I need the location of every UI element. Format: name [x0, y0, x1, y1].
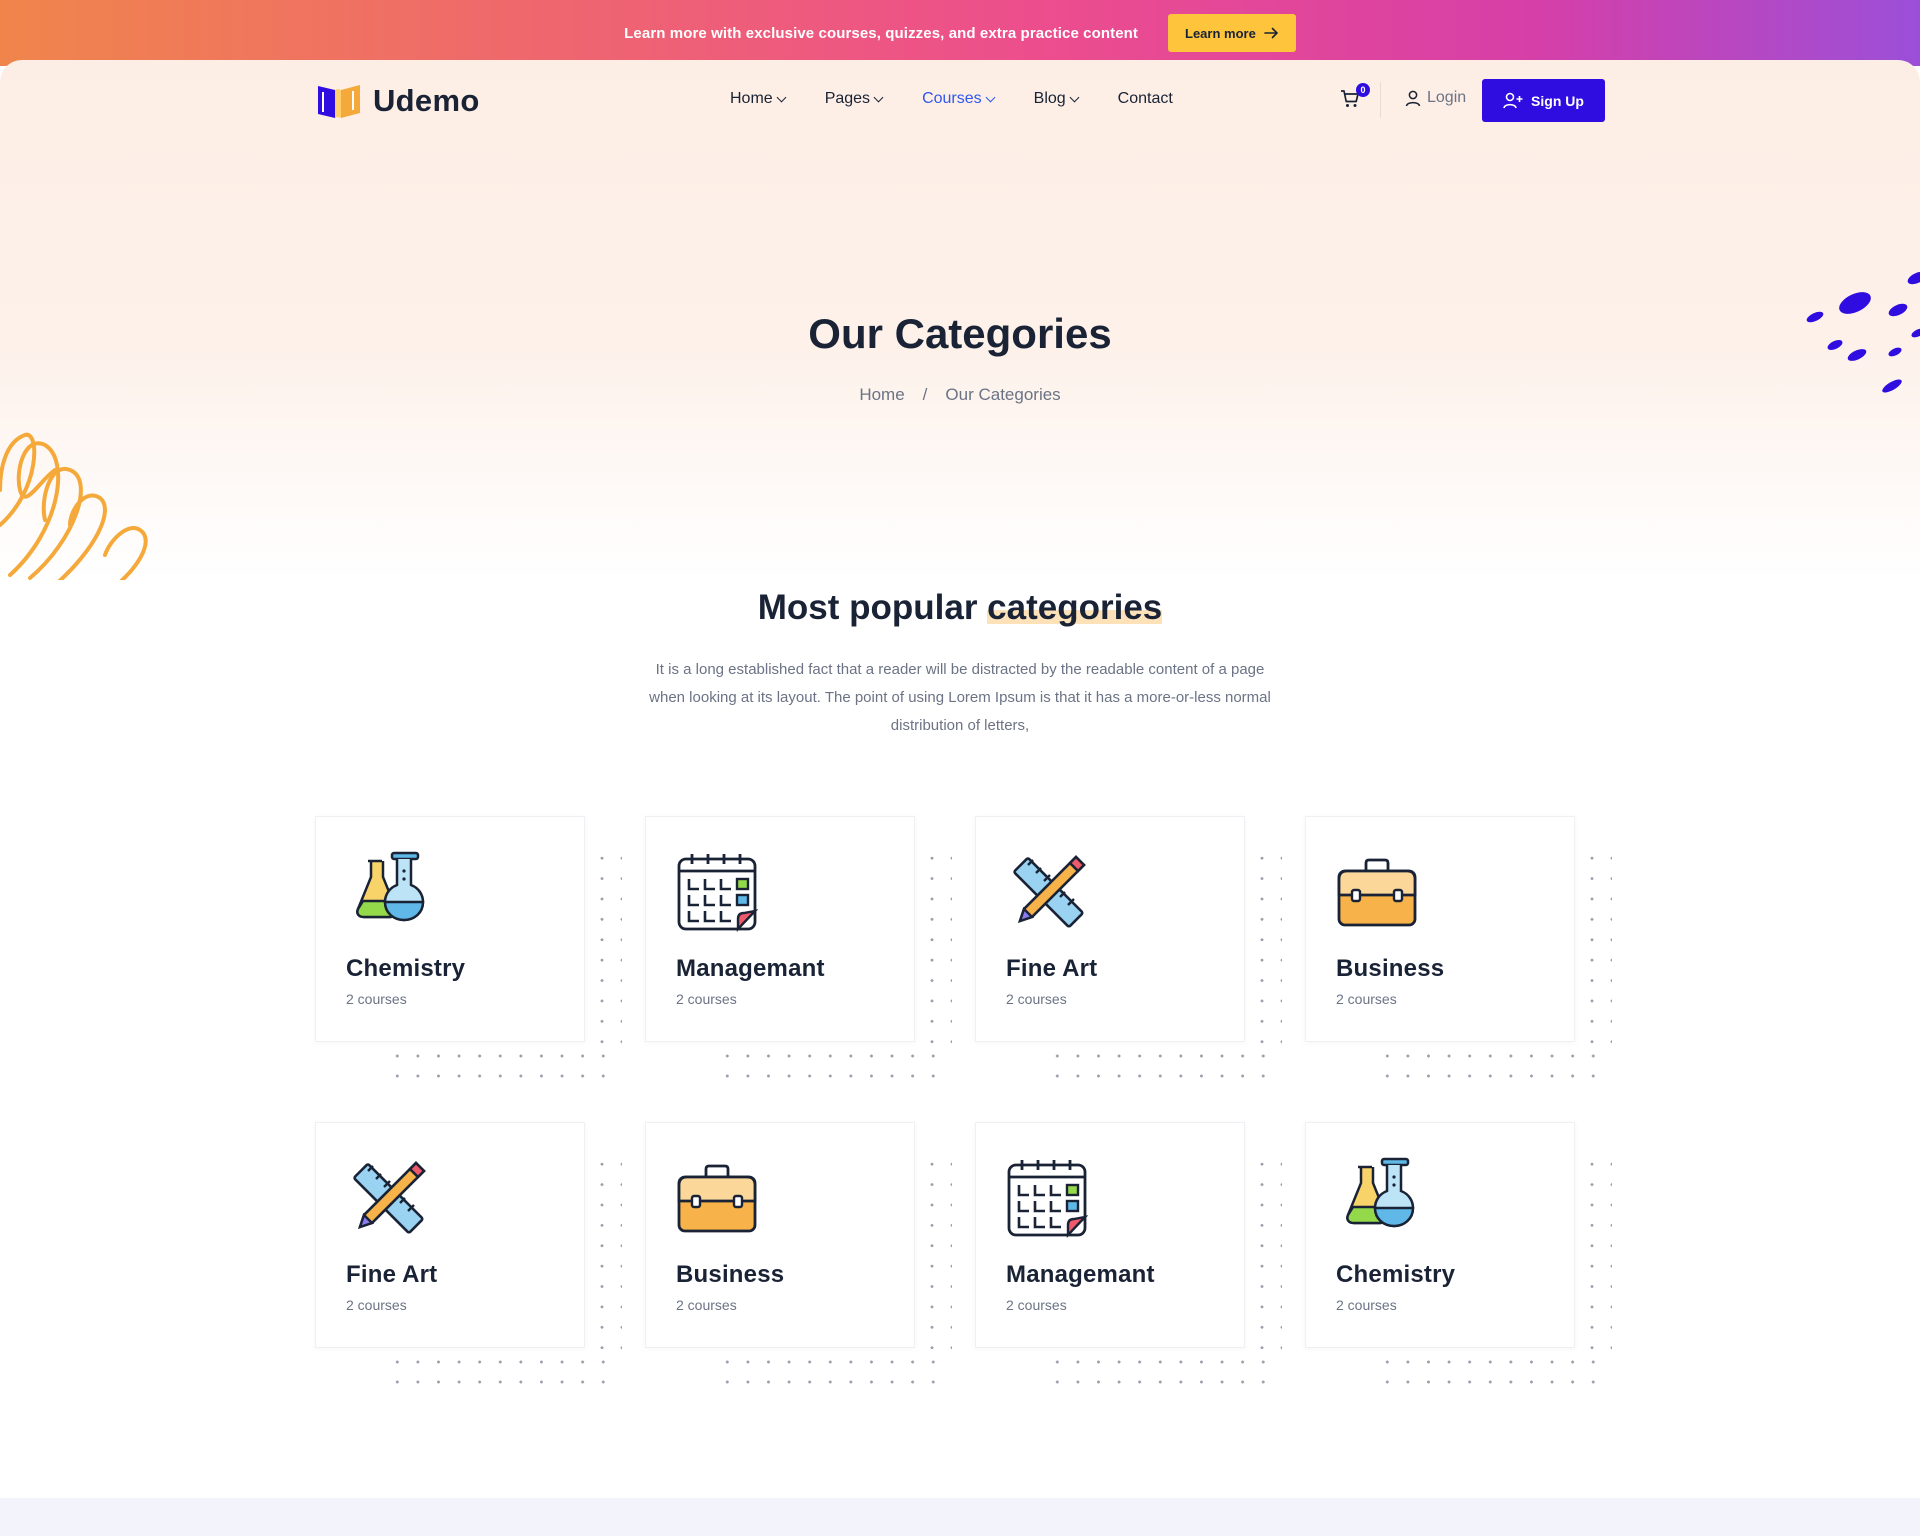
login-link[interactable]: Login	[1405, 89, 1466, 107]
nav-label: Home	[730, 90, 773, 107]
breadcrumb-home-link[interactable]: Home	[859, 385, 904, 405]
chemistry-flask-icon	[356, 851, 425, 922]
breadcrumb-separator: /	[922, 385, 928, 404]
breadcrumb-current: Our Categories	[945, 385, 1061, 404]
category-course-count: 2 courses	[1336, 1297, 1397, 1313]
category-card-fine-art[interactable]: Fine Art 2 courses	[315, 1122, 585, 1348]
category-name: Chemistry	[346, 955, 466, 982]
section-title-text: Most popular	[757, 588, 988, 627]
sign-up-label: Sign Up	[1531, 92, 1584, 109]
category-name: Business	[676, 1261, 785, 1288]
breadcrumb: Home / Our Categories	[0, 385, 1920, 405]
sign-up-button[interactable]: Sign Up	[1482, 79, 1605, 122]
dot-pattern	[1377, 1352, 1609, 1392]
category-name: Fine Art	[1006, 955, 1098, 982]
logo[interactable]: Udemo	[315, 82, 480, 120]
category-name: Managemant	[676, 955, 825, 982]
nav-item-courses[interactable]: Courses	[922, 90, 996, 108]
dot-pattern	[1582, 848, 1612, 1044]
chevron-down-icon	[985, 92, 996, 102]
nav-item-home[interactable]: Home	[730, 90, 787, 108]
category-card-business[interactable]: Business 2 courses	[1305, 816, 1575, 1042]
category-card-business[interactable]: Business 2 courses	[645, 1122, 915, 1348]
dot-pattern	[922, 1154, 952, 1350]
dot-pattern	[387, 1046, 619, 1086]
nav-item-blog[interactable]: Blog	[1033, 90, 1080, 108]
nav-label: Pages	[824, 90, 871, 107]
category-course-count: 2 courses	[1006, 991, 1067, 1007]
nav-item-pages[interactable]: Pages	[824, 90, 884, 108]
cart-button[interactable]: 0	[1340, 83, 1370, 111]
category-name: Chemistry	[1336, 1261, 1456, 1288]
category-name: Business	[1336, 955, 1445, 982]
announcement-bar: Learn more with exclusive courses, quizz…	[0, 0, 1920, 66]
book-logo-icon	[318, 85, 360, 118]
user-plus-icon	[1503, 92, 1523, 109]
nav-label: Blog	[1033, 90, 1066, 107]
next-section-band	[0, 1498, 1920, 1536]
section-title: Most popular categories	[0, 588, 1920, 628]
section-description: It is a long established fact that a rea…	[649, 661, 1271, 734]
category-card-fine-art[interactable]: Fine Art 2 courses	[975, 816, 1245, 1042]
dot-pattern	[717, 1046, 949, 1086]
category-course-count: 2 courses	[676, 991, 737, 1007]
dot-pattern	[592, 848, 622, 1044]
chevron-down-icon	[1069, 92, 1080, 102]
page-title: Our Categories	[808, 310, 1112, 357]
category-card-chemistry[interactable]: Chemistry 2 courses	[315, 816, 585, 1042]
learn-more-label: Learn more	[1185, 25, 1256, 41]
cart-count-badge: 0	[1356, 83, 1370, 97]
ruler-pencil-icon	[353, 1161, 426, 1234]
site-header: Udemo Home Pages Courses Blog Contact 0	[315, 76, 1605, 124]
dot-pattern	[1252, 848, 1282, 1044]
dot-pattern	[1047, 1352, 1279, 1392]
chevron-down-icon	[776, 92, 787, 102]
nav-label: Courses	[922, 90, 982, 107]
category-name: Fine Art	[346, 1261, 438, 1288]
learn-more-button[interactable]: Learn more	[1168, 14, 1296, 52]
category-course-count: 2 courses	[346, 1297, 407, 1313]
arrow-right-icon	[1264, 27, 1278, 39]
dot-pattern	[387, 1352, 619, 1392]
category-course-count: 2 courses	[346, 991, 407, 1007]
category-course-count: 2 courses	[1336, 991, 1397, 1007]
briefcase-icon	[677, 1164, 757, 1233]
dot-pattern	[1252, 1154, 1282, 1350]
dot-pattern	[922, 848, 952, 1044]
calendar-icon	[677, 854, 758, 933]
dot-pattern	[1047, 1046, 1279, 1086]
main-nav: Home Pages Courses Blog Contact	[730, 90, 1173, 108]
header-divider	[1380, 82, 1381, 118]
ruler-pencil-icon	[1013, 855, 1086, 928]
chemistry-flask-icon	[1346, 1157, 1415, 1228]
chevron-down-icon	[873, 92, 884, 102]
logo-text: Udemo	[373, 83, 480, 118]
category-course-count: 2 courses	[676, 1297, 737, 1313]
category-name: Managemant	[1006, 1261, 1155, 1288]
category-card-managemant[interactable]: Managemant 2 courses	[645, 816, 915, 1042]
announcement-text: Learn more with exclusive courses, quizz…	[624, 24, 1139, 42]
section-title-highlight: categories	[987, 588, 1163, 627]
user-icon	[1405, 90, 1421, 106]
login-label: Login	[1427, 89, 1467, 106]
category-course-count: 2 courses	[1006, 1297, 1067, 1313]
category-card-managemant[interactable]: Managemant 2 courses	[975, 1122, 1245, 1348]
blue-dashes-decoration	[1806, 271, 1920, 393]
dot-pattern	[1377, 1046, 1609, 1086]
category-card-chemistry[interactable]: Chemistry 2 courses	[1305, 1122, 1575, 1348]
dot-pattern	[592, 1154, 622, 1350]
dot-pattern	[717, 1352, 949, 1392]
dot-pattern	[1582, 1154, 1612, 1350]
nav-item-contact[interactable]: Contact	[1118, 90, 1173, 108]
nav-label: Contact	[1117, 90, 1173, 107]
briefcase-icon	[1337, 858, 1417, 927]
orange-loops-decoration	[0, 432, 148, 580]
calendar-icon	[1007, 1160, 1088, 1239]
